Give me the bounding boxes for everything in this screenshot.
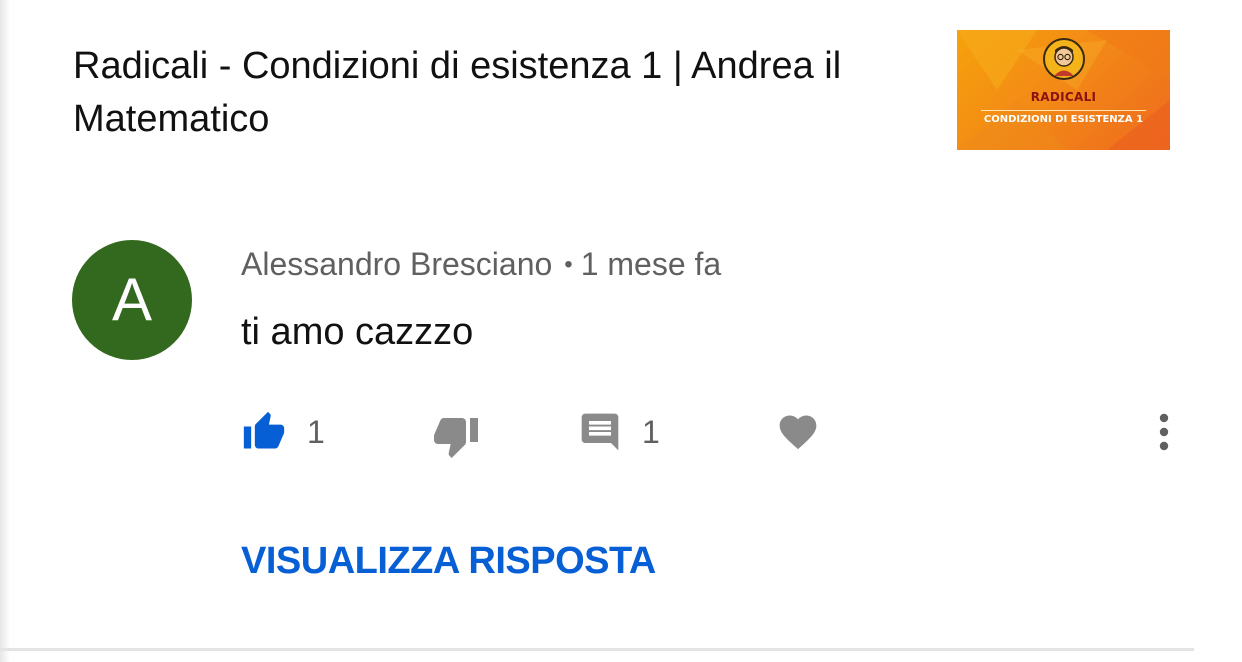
thumbnail-subtitle: CONDIZIONI DI ESISTENZA 1 — [983, 114, 1144, 125]
comment-page: Radicali - Condizioni di esistenza 1 | A… — [0, 0, 1242, 662]
video-title[interactable]: Radicali - Condizioni di esistenza 1 | A… — [73, 40, 933, 146]
left-edge-shadow — [0, 0, 10, 662]
comment-time: 1 mese fa — [580, 246, 722, 282]
more-vertical-icon — [1150, 410, 1178, 454]
avatar[interactable]: A — [72, 240, 192, 360]
like-button[interactable]: 1 — [241, 410, 325, 454]
video-thumbnail[interactable]: RADICALI CONDIZIONI DI ESISTENZA 1 — [957, 30, 1170, 150]
more-options-button[interactable] — [1150, 410, 1178, 454]
like-count: 1 — [307, 413, 325, 450]
channel-logo-icon — [1043, 38, 1085, 80]
comment-icon — [578, 410, 622, 454]
comment-header: Alessandro Bresciano • 1 mese fa — [241, 244, 721, 285]
dislike-button[interactable] — [432, 414, 480, 458]
heart-icon — [776, 410, 820, 454]
thumb-down-icon — [432, 412, 480, 460]
thumbnail-title: RADICALI — [1030, 90, 1097, 104]
divider — [0, 648, 1194, 651]
heart-button[interactable] — [776, 410, 820, 454]
comment-text: ti amo cazzzo — [241, 311, 474, 353]
reply-count: 1 — [642, 413, 660, 450]
view-replies-button[interactable]: VISUALIZZA RISPOSTA — [241, 540, 656, 583]
meta-separator: • — [564, 251, 573, 278]
thumbnail-divider — [981, 110, 1146, 111]
reply-button[interactable]: 1 — [578, 410, 660, 454]
thumb-up-icon — [241, 410, 287, 454]
comment-author[interactable]: Alessandro Bresciano — [241, 246, 552, 282]
